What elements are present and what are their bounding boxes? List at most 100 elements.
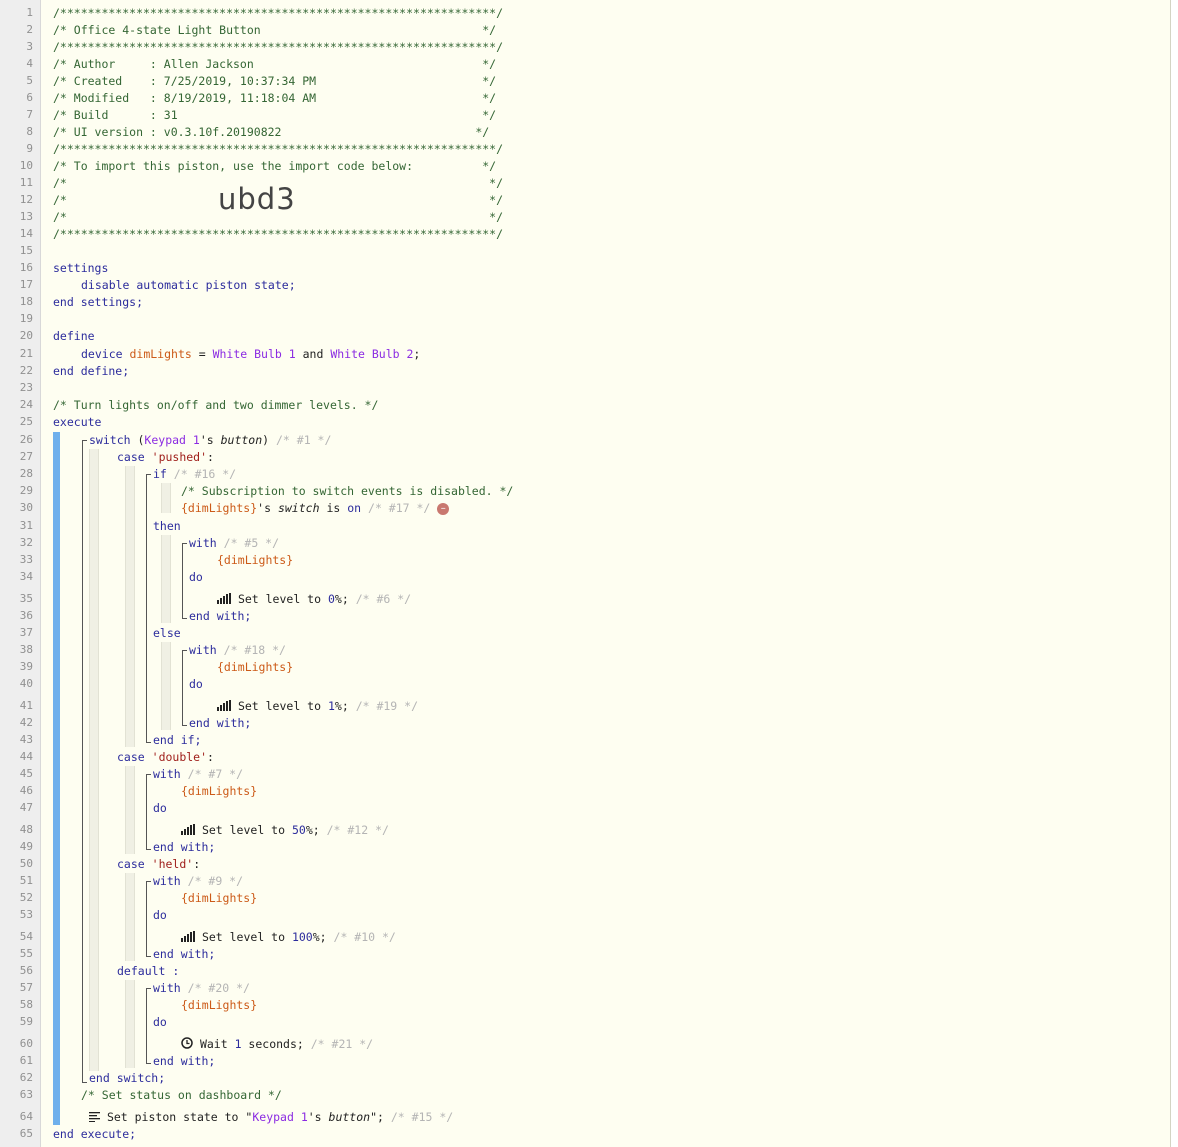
if-condition-lane [161, 483, 171, 513]
line-number: 20 [19, 329, 33, 342]
code-text: end if; [153, 733, 201, 747]
variable-name: dimLights [129, 347, 192, 361]
and-keyword: and [302, 347, 324, 361]
line-number: 1 [26, 6, 33, 19]
header-build: /* Build : 31 */ [53, 108, 497, 122]
line-number: 32 [19, 536, 33, 549]
code-text: /* Set status on dashboard */ [81, 1088, 282, 1102]
line-number: 50 [19, 857, 33, 870]
statement-id: /* #20 */ [187, 981, 250, 995]
import-note: /* To import this piston, use the import… [53, 159, 497, 173]
code-text: /* Office 4-state Light Button */ [53, 23, 496, 37]
action-text: Set piston state to [106, 1110, 246, 1124]
code-text: with /* #5 */ [189, 536, 279, 550]
header-ui-version: /* UI version : v0.3.10f.20190822 */ [53, 125, 490, 139]
code-text: end with; [153, 840, 215, 854]
end-if-keyword: end if; [153, 733, 202, 747]
line-number: 39 [19, 660, 33, 673]
line-number: 49 [19, 840, 33, 853]
line-number: 22 [19, 364, 33, 377]
comment: /* Set status on dashboard */ [81, 1088, 282, 1102]
code-text: do [189, 677, 203, 691]
statement-id: /* #18 */ [223, 643, 286, 657]
statement-id: /* #16 */ [173, 467, 237, 481]
code-text: Set piston state to "Keypad 1's button";… [89, 1110, 453, 1125]
comment: /* Turn lights on/off and two dimmer lev… [53, 398, 379, 412]
code-text: then [153, 519, 181, 533]
line-number: 21 [19, 347, 33, 360]
line-number: 58 [19, 998, 33, 1011]
percent: %; [334, 592, 349, 606]
code-text: if /* #16 */ [153, 467, 236, 481]
code-text: with /* #18 */ [189, 643, 286, 657]
code-text: do [189, 570, 203, 584]
code-text: {dimLights} [181, 784, 257, 798]
header-author: /* Author : Allen Jackson */ [53, 57, 497, 71]
level-value: 50 [291, 823, 306, 837]
line-number: 2 [26, 23, 33, 36]
with-bracket-18 [182, 650, 187, 726]
code-text: /* Created : 7/25/2019, 10:37:34 PM */ [53, 74, 496, 88]
action-text: Set level to [237, 592, 328, 606]
code-text: Set level to 100%; /* #10 */ [181, 930, 396, 945]
device-keyword: device [81, 347, 123, 361]
device-name: White Bulb 2 [330, 347, 414, 361]
line-number: 48 [19, 823, 33, 836]
execute-block-bar[interactable] [53, 432, 60, 1125]
level-value: 100 [291, 930, 313, 944]
line-number: 37 [19, 626, 33, 639]
case-held-lane [125, 873, 135, 961]
end-with-keyword: end with; [189, 609, 252, 623]
colon: : [207, 450, 214, 464]
with-bracket-5 [182, 543, 187, 619]
code-text: /* Subscription to switch events is disa… [181, 484, 513, 498]
signal-bars-icon [217, 592, 231, 607]
code-text: case 'pushed': [117, 450, 214, 464]
code-text: end with; [189, 716, 251, 730]
case-keyword: case [117, 750, 145, 764]
wait-unit: seconds; [241, 1037, 304, 1051]
action-text: Set level to [237, 699, 328, 713]
signal-bars-icon [181, 823, 195, 838]
line-number: 17 [19, 278, 33, 291]
line-number: 8 [26, 125, 33, 138]
minus-icon[interactable]: – [437, 502, 450, 515]
line-number: 47 [19, 801, 33, 814]
with-bracket-9 [146, 881, 151, 957]
percent: %; [312, 930, 327, 944]
line-number: 11 [19, 176, 33, 189]
statement-id: /* #15 */ [390, 1110, 454, 1124]
code-text: /***************************************… [53, 40, 503, 54]
line-number: 18 [19, 295, 33, 308]
code-text: with /* #20 */ [153, 981, 250, 995]
code-text: /***************************************… [53, 142, 503, 156]
code-text: end with; [153, 1054, 215, 1068]
code-text: {dimLights}'s switch is on /* #17 */ – [181, 501, 450, 515]
code-text: end with; [153, 947, 215, 961]
end-with-keyword: end with; [153, 840, 216, 854]
is-keyword: is [326, 501, 341, 515]
clock-icon [181, 1037, 193, 1052]
do-keyword: do [189, 570, 203, 584]
line-number: 27 [19, 450, 33, 463]
line-number: 63 [19, 1088, 33, 1101]
attribute: button [220, 433, 263, 447]
value: on [347, 501, 362, 515]
end-execute-keyword: end execute; [53, 1127, 137, 1141]
code-text: {dimLights} [217, 660, 293, 674]
line-number: 56 [19, 964, 33, 977]
execute-keyword: execute [53, 415, 102, 429]
case-default-lane [125, 980, 135, 1068]
variable-name: {dimLights} [181, 784, 258, 798]
header-border: /***************************************… [53, 142, 504, 156]
line-number: 30 [19, 501, 33, 514]
case-value: 'double' [151, 750, 208, 764]
end-switch-keyword: end switch; [89, 1071, 166, 1085]
code-text: {dimLights} [181, 891, 257, 905]
define-keyword: define [53, 329, 95, 343]
line-number: 14 [19, 227, 33, 240]
case-value: 'pushed' [151, 450, 208, 464]
variable-name: {dimLights} [217, 553, 294, 567]
do-keyword: do [153, 908, 167, 922]
code-text: /* Turn lights on/off and two dimmer lev… [53, 398, 378, 412]
